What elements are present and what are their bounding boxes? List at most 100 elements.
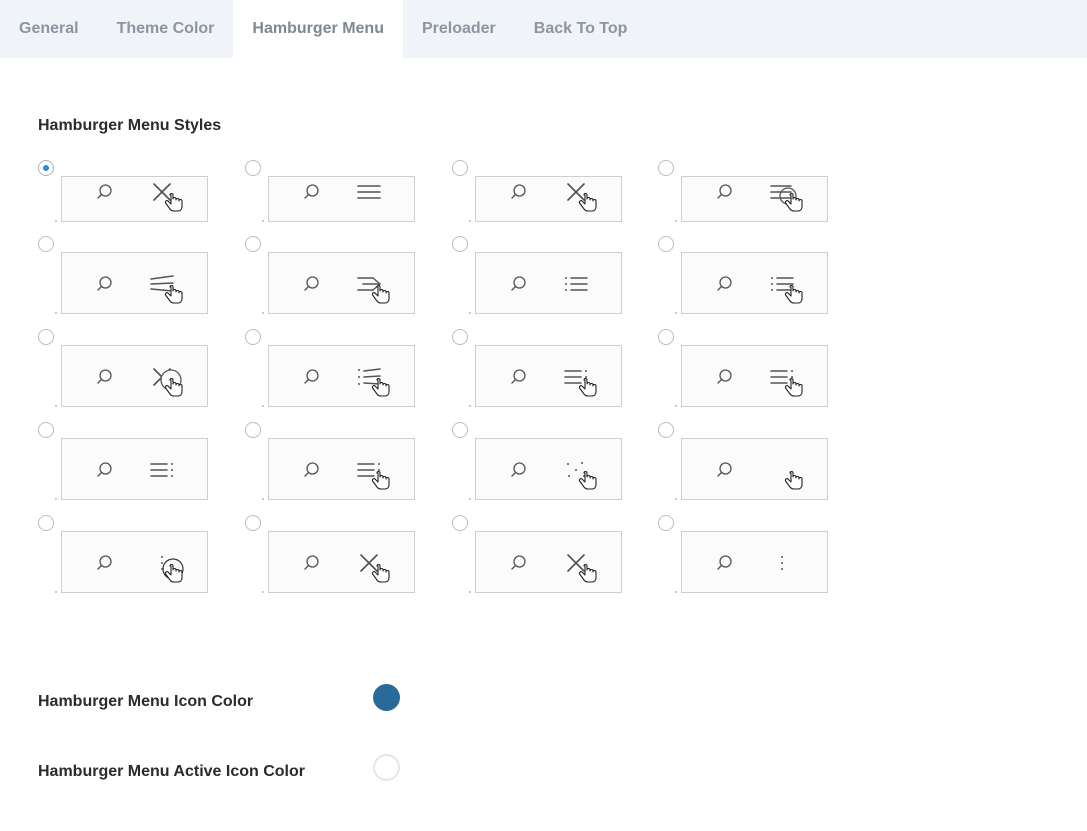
- pointer-hand-icon: [164, 193, 183, 212]
- style-radio-7[interactable]: [452, 236, 468, 252]
- style-preview-20[interactable]: [681, 531, 828, 593]
- search-icon: [717, 555, 732, 570]
- style-preview-3[interactable]: [475, 176, 622, 222]
- style-preview-14[interactable]: [268, 438, 415, 500]
- preview-corner-dot: [55, 405, 57, 407]
- search-icon: [304, 276, 319, 291]
- style-radio-13[interactable]: [38, 422, 54, 438]
- style-preview-10[interactable]: [268, 345, 415, 407]
- list-bullets-icon: [717, 276, 803, 304]
- search-icon: [97, 369, 112, 384]
- search-icon: [717, 369, 732, 384]
- style-radio-5[interactable]: [38, 236, 54, 252]
- pointer-hand-icon: [578, 471, 597, 490]
- style-radio-16[interactable]: [658, 422, 674, 438]
- active-icon-color-swatch[interactable]: [373, 754, 400, 781]
- style-preview-9[interactable]: [61, 345, 208, 407]
- search-icon: [97, 555, 112, 570]
- style-preview-4[interactable]: [681, 176, 828, 222]
- active-icon-color-label: Hamburger Menu Active Icon Color: [38, 763, 305, 780]
- style-preview-6[interactable]: [268, 252, 415, 314]
- pointer-hand-icon: [784, 193, 803, 212]
- style-radio-1[interactable]: [38, 160, 54, 176]
- list-slanted-icon: [304, 368, 390, 397]
- style-preview-8[interactable]: [681, 252, 828, 314]
- hamburger-three-lines-icon: [304, 184, 381, 199]
- search-icon: [511, 462, 526, 477]
- search-icon: [97, 184, 112, 199]
- style-preview-12[interactable]: [681, 345, 828, 407]
- icon-color-label: Hamburger Menu Icon Color: [38, 693, 254, 710]
- search-icon: [717, 184, 732, 199]
- search-icon: [304, 184, 319, 199]
- style-radio-20[interactable]: [658, 515, 674, 531]
- hamburger-styles-title: Hamburger Menu Styles: [38, 117, 222, 134]
- search-icon: [97, 276, 112, 291]
- preview-corner-dot: [675, 498, 677, 500]
- style-radio-10[interactable]: [245, 329, 261, 345]
- pointer-hand-icon: [578, 564, 597, 583]
- style-preview-19[interactable]: [475, 531, 622, 593]
- preview-corner-dot: [469, 220, 471, 222]
- pointer-hand-icon: [578, 193, 597, 212]
- lines-dots-right-icon: [304, 462, 390, 490]
- style-radio-4[interactable]: [658, 160, 674, 176]
- style-radio-3[interactable]: [452, 160, 468, 176]
- pointer-hand-icon: [164, 285, 183, 304]
- close-x-circle-icon: [97, 368, 183, 397]
- icon-color-swatch[interactable]: [373, 684, 400, 711]
- style-radio-6[interactable]: [245, 236, 261, 252]
- tab-preloader[interactable]: Preloader: [403, 0, 515, 58]
- preview-corner-dot: [469, 312, 471, 314]
- tab-theme-color[interactable]: Theme Color: [98, 0, 234, 58]
- style-radio-15[interactable]: [452, 422, 468, 438]
- preview-corner-dot: [675, 591, 677, 593]
- style-radio-18[interactable]: [245, 515, 261, 531]
- style-preview-2[interactable]: [268, 176, 415, 222]
- pointer-hand-icon: [784, 471, 803, 490]
- style-radio-11[interactable]: [452, 329, 468, 345]
- list-bullets-icon: [511, 276, 588, 291]
- style-preview-7[interactable]: [475, 252, 622, 314]
- style-preview-17[interactable]: [61, 531, 208, 593]
- style-radio-12[interactable]: [658, 329, 674, 345]
- close-x-icon: [511, 554, 597, 583]
- style-radio-2[interactable]: [245, 160, 261, 176]
- style-radio-14[interactable]: [245, 422, 261, 438]
- preview-corner-dot: [469, 498, 471, 500]
- tab-hamburger-menu[interactable]: Hamburger Menu: [233, 0, 403, 58]
- style-radio-8[interactable]: [658, 236, 674, 252]
- preview-corner-dot: [675, 312, 677, 314]
- tab-back-to-top[interactable]: Back To Top: [515, 0, 647, 58]
- preview-corner-dot: [262, 591, 264, 593]
- search-icon: [717, 276, 732, 291]
- slanted-lines-icon: [97, 275, 183, 304]
- preview-corner-dot: [55, 591, 57, 593]
- tab-general[interactable]: General: [0, 0, 98, 58]
- style-preview-1[interactable]: [61, 176, 208, 222]
- preview-corner-dot: [262, 498, 264, 500]
- preview-corner-dot: [469, 591, 471, 593]
- search-icon: [511, 555, 526, 570]
- vertical-dots-icon: [97, 555, 184, 583]
- preview-corner-dot: [262, 220, 264, 222]
- style-radio-17[interactable]: [38, 515, 54, 531]
- vertical-dots-icon: [717, 555, 783, 570]
- close-x-icon: [97, 183, 183, 212]
- style-radio-19[interactable]: [452, 515, 468, 531]
- style-preview-16[interactable]: [681, 438, 828, 500]
- search-icon: [304, 555, 319, 570]
- style-preview-13[interactable]: [61, 438, 208, 500]
- style-preview-11[interactable]: [475, 345, 622, 407]
- lines-dots-right-icon: [97, 462, 173, 477]
- style-radio-9[interactable]: [38, 329, 54, 345]
- style-preview-15[interactable]: [475, 438, 622, 500]
- style-preview-18[interactable]: [268, 531, 415, 593]
- lines-dots-right-icon: [511, 369, 597, 397]
- preview-corner-dot: [55, 498, 57, 500]
- search-icon: [304, 462, 319, 477]
- search-icon: [511, 184, 526, 199]
- preview-corner-dot: [469, 405, 471, 407]
- style-preview-5[interactable]: [61, 252, 208, 314]
- preview-corner-dot: [262, 312, 264, 314]
